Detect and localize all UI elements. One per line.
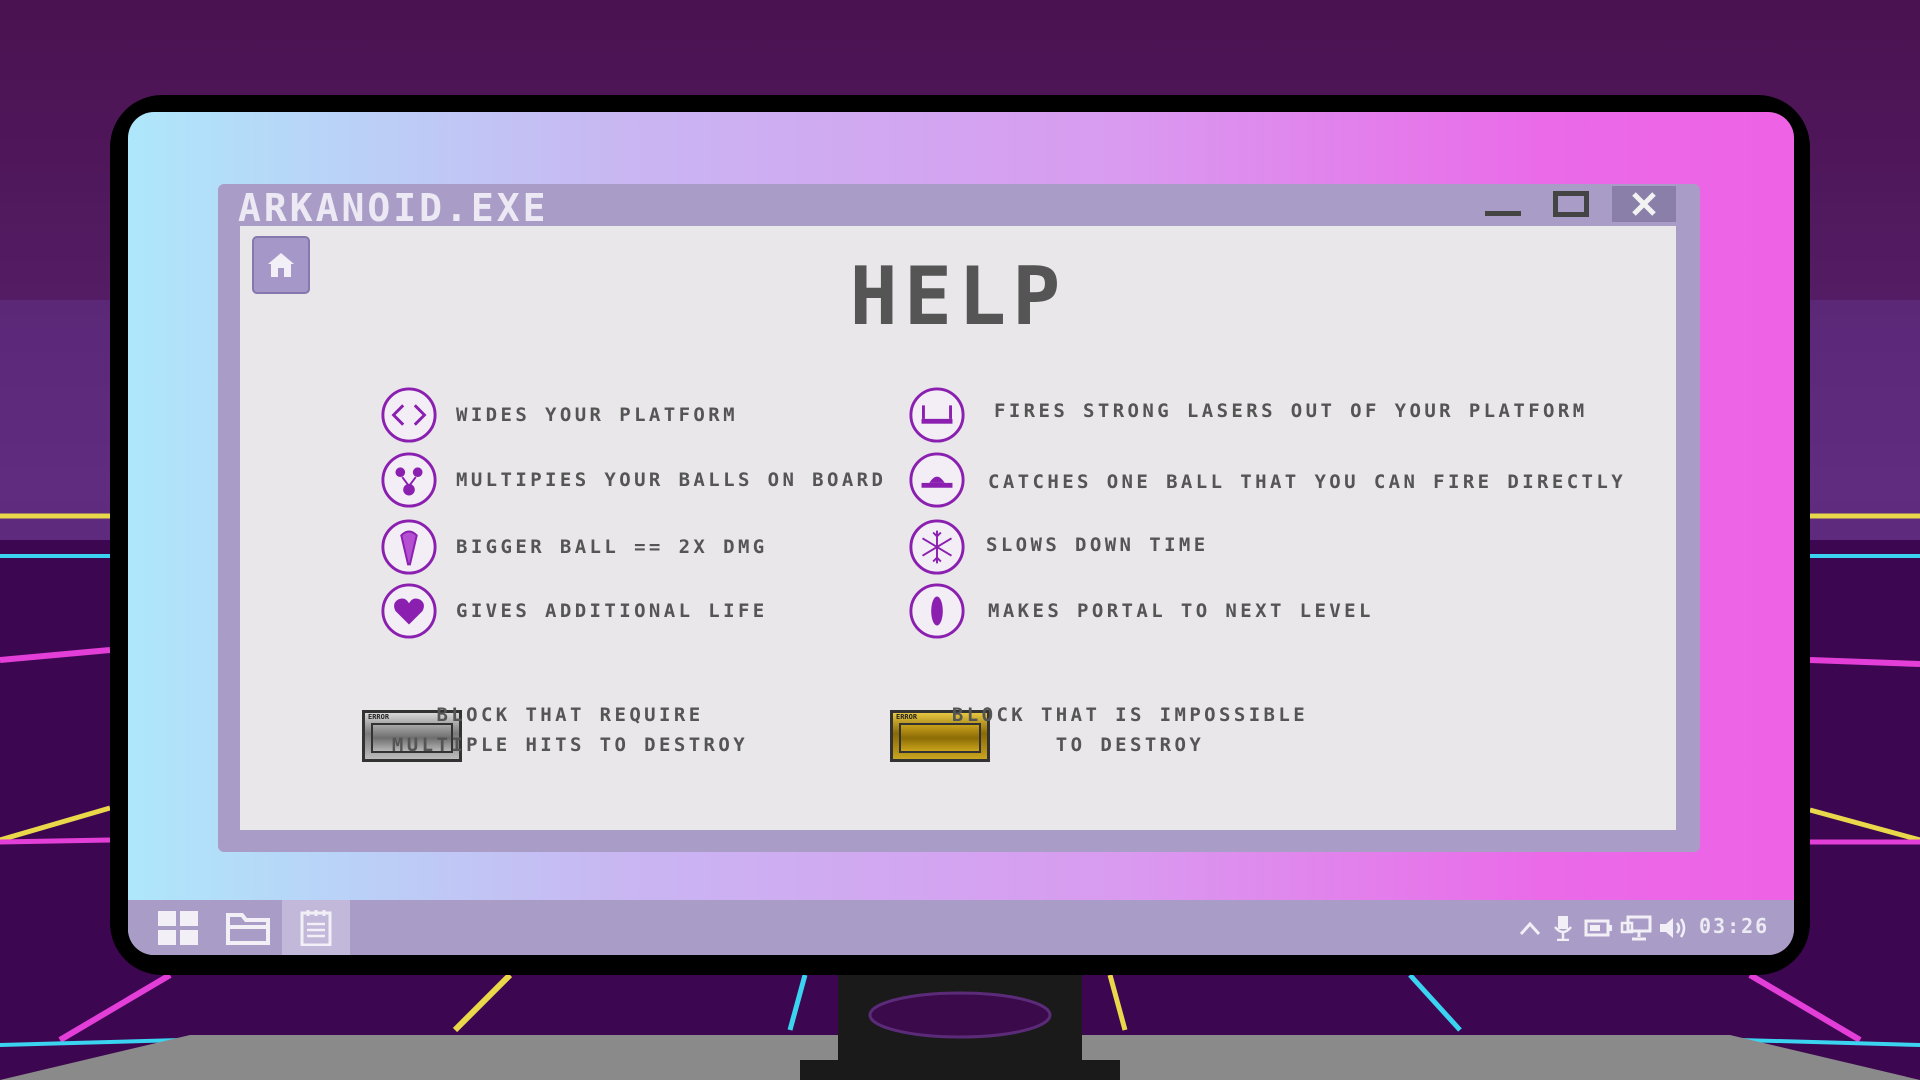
indestructible-block-description: BLOCK THAT IS IMPOSSIBLE TO DESTROY: [940, 700, 1320, 760]
powerup-label: SLOWS DOWN TIME: [986, 534, 1209, 556]
multi-hit-block-description: BLOCK THAT REQUIRE MULTIPLE HITS TO DEST…: [390, 700, 750, 760]
block-badge: ERROR: [368, 713, 390, 721]
battery-icon: [1584, 919, 1612, 937]
block-desc-line: TO DESTROY: [1055, 734, 1205, 756]
window-title: ARKANOID.EXE: [238, 186, 549, 230]
close-button[interactable]: [1612, 186, 1676, 222]
volume-tray-button[interactable]: [1658, 914, 1688, 942]
maximize-icon: [1553, 191, 1589, 217]
block-desc-line: BLOCK THAT IS IMPOSSIBLE: [951, 704, 1309, 726]
powerup-widen: WIDES YOUR PLATFORM: [380, 386, 738, 444]
file-explorer-button[interactable]: [214, 900, 282, 955]
powerup-label: MULTIPIES YOUR BALLS ON BOARD: [456, 469, 887, 491]
big-ball-icon: [381, 519, 437, 575]
network-icon: [1620, 915, 1652, 941]
minimize-icon: [1485, 211, 1521, 216]
battery-tray-button[interactable]: [1584, 914, 1614, 942]
speaker-icon: [1660, 918, 1686, 938]
block-desc-line: MULTIPLE HITS TO DESTROY: [391, 734, 749, 756]
tray-expand-button[interactable]: [1518, 914, 1542, 942]
page-title: HELP: [849, 250, 1067, 343]
monitor-screen: ARKANOID.EXE HELP WIDES YOUR PLATFORM MU…: [128, 112, 1794, 955]
close-icon: [1632, 192, 1656, 216]
powerup-label: GIVES ADDITIONAL LIFE: [456, 600, 768, 622]
catch-icon: [909, 452, 965, 508]
heart-icon: [381, 583, 437, 639]
widen-arrows-icon: [381, 387, 437, 443]
powerup-multiball: MULTIPIES YOUR BALLS ON BOARD: [380, 451, 886, 509]
powerup-label: WIDES YOUR PLATFORM: [456, 404, 738, 426]
powerup-extra-life: GIVES ADDITIONAL LIFE: [380, 582, 768, 640]
block-badge: ERROR: [896, 713, 918, 721]
laser-icon: [909, 387, 965, 443]
powerup-slow-time: SLOWS DOWN TIME: [908, 518, 1209, 576]
powerup-portal: MAKES PORTAL TO NEXT LEVEL: [908, 582, 1374, 640]
notepad-icon: [300, 909, 332, 946]
microphone-tray-button[interactable]: [1552, 914, 1574, 942]
microphone-icon: [1554, 916, 1572, 941]
chevron-up-icon: [1519, 921, 1541, 936]
network-tray-button[interactable]: [1620, 914, 1652, 942]
block-desc-line: BLOCK THAT REQUIRE: [436, 704, 704, 726]
snowflake-icon: [909, 519, 965, 575]
folder-icon: [226, 912, 270, 945]
portal-icon: [909, 583, 965, 639]
powerup-label: BIGGER BALL == 2X DMG: [456, 536, 768, 558]
powerup-laser: FIRES STRONG LASERS OUT OF YOUR PLATFORM: [908, 386, 1588, 444]
start-button[interactable]: [144, 900, 212, 955]
help-panel: HELP WIDES YOUR PLATFORM MULTIPIES YOUR …: [240, 226, 1676, 830]
powerup-big-ball: BIGGER BALL == 2X DMG: [380, 518, 768, 576]
minimize-button[interactable]: [1478, 186, 1528, 222]
maximize-button[interactable]: [1546, 186, 1596, 222]
powerup-label: MAKES PORTAL TO NEXT LEVEL: [988, 600, 1374, 622]
taskbar-clock: 03:26: [1699, 914, 1770, 938]
windows-icon: [158, 910, 198, 945]
powerup-label: FIRES STRONG LASERS OUT OF YOUR PLATFORM: [994, 400, 1588, 422]
multiball-icon: [381, 452, 437, 508]
powerup-label: CATCHES ONE BALL THAT YOU CAN FIRE DIREC…: [988, 471, 1627, 493]
app-window: ARKANOID.EXE HELP WIDES YOUR PLATFORM MU…: [218, 184, 1700, 852]
powerup-catch: CATCHES ONE BALL THAT YOU CAN FIRE DIREC…: [908, 451, 1626, 509]
taskbar: 03:26: [128, 900, 1794, 955]
notepad-button[interactable]: [282, 900, 350, 955]
